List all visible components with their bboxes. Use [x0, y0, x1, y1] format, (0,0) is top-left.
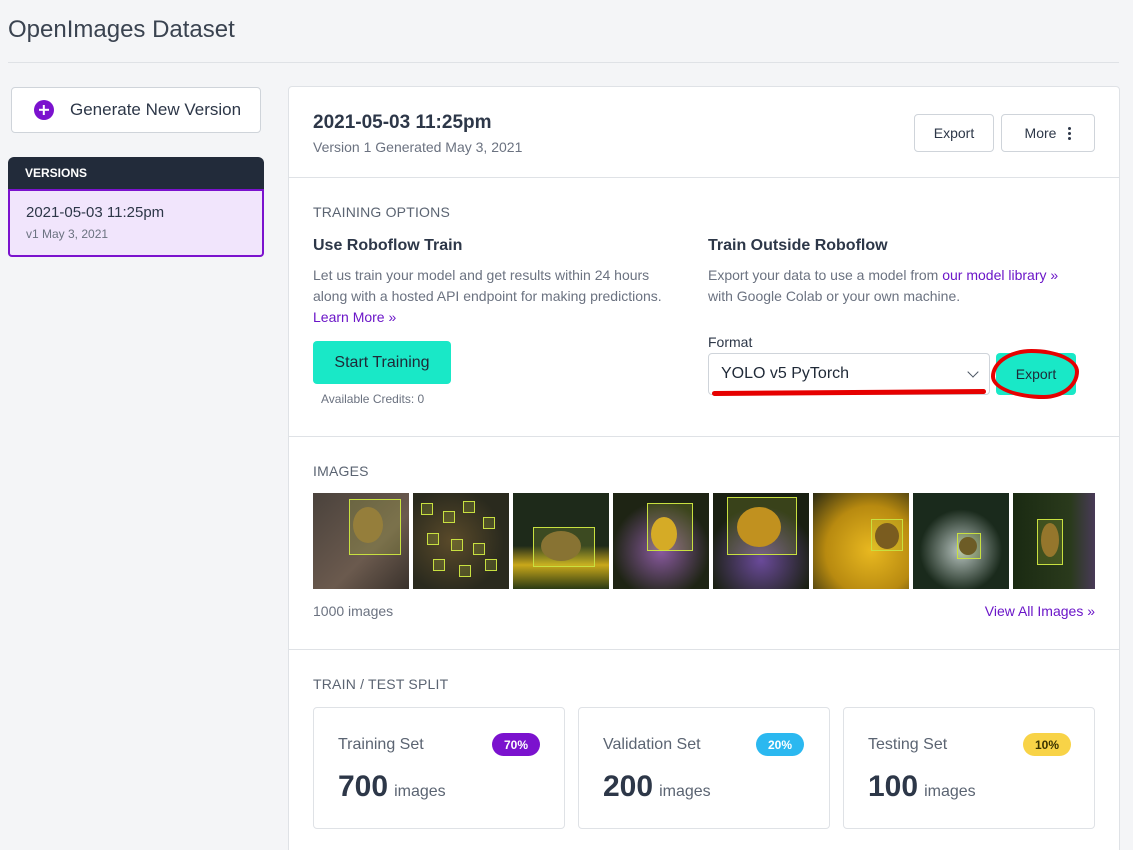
view-all-images-link[interactable]: View All Images » — [985, 603, 1095, 619]
images-label: IMAGES — [313, 463, 369, 479]
roboflow-train-description: Let us train your model and get results … — [313, 267, 662, 325]
card-count: 100 images — [868, 770, 976, 803]
format-export-label: Export — [1015, 366, 1057, 382]
format-export-button[interactable]: Export — [996, 353, 1076, 395]
chevron-down-icon — [967, 366, 979, 378]
image-thumbnail[interactable] — [1013, 493, 1095, 589]
version-generated-subtitle: Version 1 Generated May 3, 2021 — [313, 139, 523, 155]
card-name: Testing Set — [868, 736, 948, 753]
image-thumbnail[interactable] — [613, 493, 709, 589]
version-item-v1[interactable]: 2021-05-03 11:25pm v1 May 3, 2021 — [8, 189, 264, 257]
format-value: YOLO v5 PyTorch — [721, 365, 850, 382]
testing-set-card: Testing Set 10% 100 images — [843, 707, 1095, 829]
training-options-label: TRAINING OPTIONS — [313, 204, 450, 220]
image-thumbnail[interactable] — [413, 493, 509, 589]
version-subtitle: v1 May 3, 2021 — [26, 227, 109, 241]
header-export-button[interactable]: Export — [914, 114, 994, 152]
validation-set-card: Validation Set 20% 200 images — [578, 707, 830, 829]
image-thumbnail[interactable] — [513, 493, 609, 589]
section-divider — [289, 436, 1119, 437]
start-training-button[interactable]: Start Training — [313, 341, 451, 384]
card-name: Training Set — [338, 736, 424, 753]
image-thumbnails — [313, 493, 1095, 589]
card-count: 200 images — [603, 770, 711, 803]
plus-circle-icon — [34, 100, 54, 120]
version-title-heading: 2021-05-03 11:25pm — [313, 112, 492, 133]
section-divider — [289, 177, 1119, 178]
image-thumbnail[interactable] — [313, 493, 409, 589]
roboflow-train-title: Use Roboflow Train — [313, 237, 463, 254]
header-export-label: Export — [933, 125, 975, 141]
start-training-label: Start Training — [334, 353, 430, 371]
image-count: 1000 images — [313, 603, 394, 619]
image-thumbnail[interactable] — [913, 493, 1009, 589]
generate-new-version-button[interactable]: Generate New Version — [11, 87, 261, 133]
card-count: 700 images — [338, 770, 446, 803]
generate-new-version-label: Generate New Version — [70, 100, 242, 119]
image-thumbnail[interactable] — [813, 493, 909, 589]
versions-list: VERSIONS 2021-05-03 11:25pm v1 May 3, 20… — [8, 157, 264, 257]
card-name: Validation Set — [603, 736, 701, 753]
version-title: 2021-05-03 11:25pm — [26, 204, 165, 221]
more-label: More — [1024, 125, 1057, 141]
more-button[interactable]: More — [1001, 114, 1095, 152]
kebab-menu-icon — [1068, 126, 1072, 140]
percent-badge: 20% — [756, 733, 805, 756]
versions-header: VERSIONS — [8, 157, 264, 189]
train-test-split-label: TRAIN / TEST SPLIT — [313, 676, 449, 692]
train-outside-title: Train Outside Roboflow — [708, 237, 888, 254]
format-label: Format — [708, 334, 753, 350]
percent-badge: 70% — [492, 733, 541, 756]
header-divider — [8, 62, 1119, 63]
version-panel: 2021-05-03 11:25pm Version 1 Generated M… — [288, 86, 1120, 850]
section-divider — [289, 649, 1119, 650]
train-outside-description: Export your data to use a model from our… — [708, 267, 1059, 304]
page-title: OpenImages Dataset — [8, 16, 235, 43]
percent-badge: 10% — [1023, 733, 1072, 756]
learn-more-link[interactable]: Learn More » — [313, 309, 396, 325]
available-credits: Available Credits: 0 — [321, 392, 425, 406]
model-library-link[interactable]: our model library » — [942, 267, 1058, 283]
image-thumbnail[interactable] — [713, 493, 809, 589]
training-set-card: Training Set 70% 700 images — [313, 707, 565, 829]
